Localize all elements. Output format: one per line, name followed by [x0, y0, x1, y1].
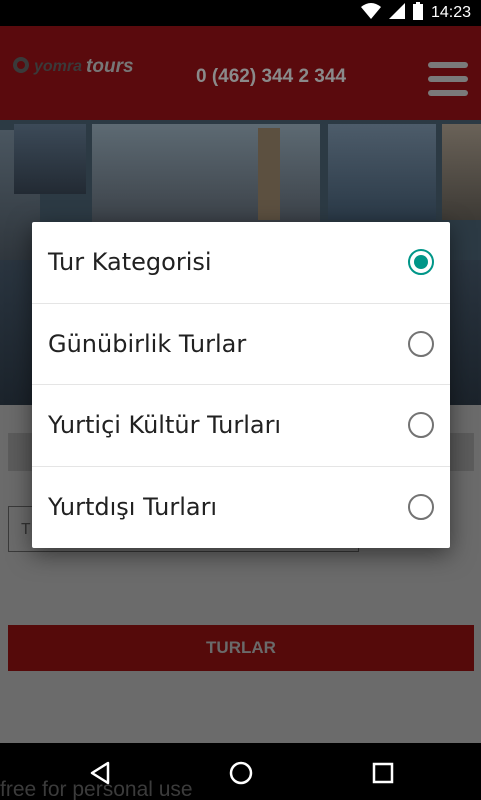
option-label: Yurtdışı Turları: [48, 493, 218, 522]
radio-button[interactable]: [408, 412, 434, 439]
turlar-button[interactable]: TURLAR: [8, 625, 474, 671]
status-bar: 14:23: [0, 0, 481, 26]
sydney-image: [328, 124, 436, 220]
option-yurtici-kultur-turlari[interactable]: Yurtiçi Kültür Turları: [32, 385, 450, 467]
recents-icon[interactable]: [369, 759, 397, 787]
radio-button[interactable]: [408, 494, 434, 521]
home-icon[interactable]: [227, 759, 255, 787]
option-label: Tur Kategorisi: [48, 248, 212, 277]
battery-icon: [412, 2, 423, 24]
radio-button-checked[interactable]: [408, 249, 434, 276]
tour-category-dialog: Tur Kategorisi Günübirlik Turlar Yurtiçi…: [32, 222, 450, 548]
arch-image: [442, 124, 481, 220]
radio-button[interactable]: [408, 330, 434, 357]
logo-text-tours: tours: [86, 56, 134, 77]
city-night-image: [14, 124, 86, 194]
option-label: Günübirlik Turlar: [48, 329, 247, 358]
watermark-text: free for personal use: [0, 778, 193, 800]
logo-icon: [12, 56, 30, 79]
london-image: [92, 124, 320, 224]
option-label: Yurtiçi Kültür Turları: [48, 411, 282, 440]
site-header: yomra tours 0 (462) 344 2 344: [0, 26, 481, 120]
hamburger-menu-icon[interactable]: [428, 62, 468, 96]
option-gunubirlik-turlar[interactable]: Günübirlik Turlar: [32, 304, 450, 385]
big-ben-image: [258, 128, 280, 220]
status-time: 14:23: [430, 4, 471, 21]
logo-text-yomra: yomra: [34, 58, 83, 75]
wifi-icon: [360, 3, 381, 23]
phone-number[interactable]: 0 (462) 344 2 344: [196, 66, 346, 88]
signal-icon: [388, 3, 405, 23]
option-yurtdisi-turlari[interactable]: Yurtdışı Turları: [32, 467, 450, 549]
option-tur-kategorisi[interactable]: Tur Kategorisi: [32, 222, 450, 304]
site-logo[interactable]: yomra tours: [12, 56, 134, 78]
